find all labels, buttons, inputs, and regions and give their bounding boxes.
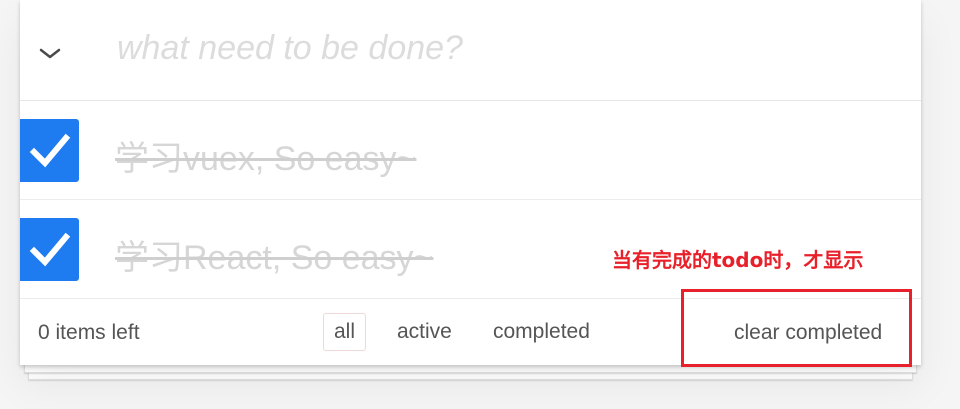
- items-left-count: 0 items left: [38, 321, 140, 344]
- todo-item: 学习vuex, So easy~: [20, 101, 921, 200]
- checkmark-icon: [29, 133, 71, 168]
- checkmark-icon: [29, 232, 71, 267]
- todo-label[interactable]: 学习vuex, So easy~: [115, 131, 416, 180]
- card-stack-layer-2: [28, 372, 913, 380]
- todo-label[interactable]: 学习React, So easy~: [115, 230, 433, 279]
- filter-completed[interactable]: completed: [482, 313, 601, 351]
- toggle-all-chevron-down-icon[interactable]: [38, 30, 62, 70]
- new-todo-input[interactable]: [115, 22, 899, 74]
- todo-checkbox-checked[interactable]: [20, 119, 79, 182]
- todo-header: [20, 0, 921, 101]
- todo-checkbox-checked[interactable]: [20, 218, 79, 281]
- filter-active[interactable]: active: [386, 313, 463, 351]
- annotation-highlight-box: [681, 289, 912, 367]
- annotation-note: 当有完成的todo时，才显示: [612, 248, 864, 272]
- filter-all[interactable]: all: [323, 313, 367, 351]
